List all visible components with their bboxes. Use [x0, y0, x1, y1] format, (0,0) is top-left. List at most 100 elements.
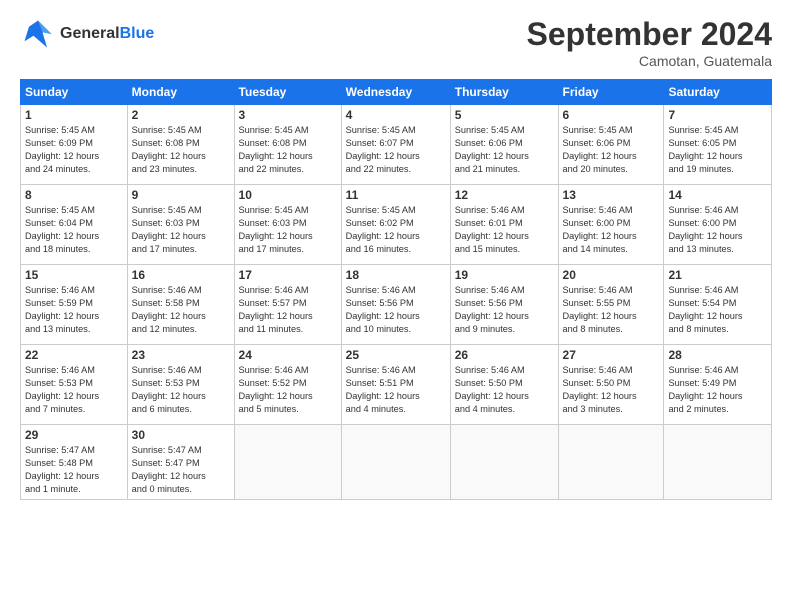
- day-info: Sunrise: 5:45 AM Sunset: 6:04 PM Dayligh…: [25, 204, 123, 256]
- col-friday: Friday: [558, 80, 664, 105]
- day-info: Sunrise: 5:45 AM Sunset: 6:02 PM Dayligh…: [346, 204, 446, 256]
- calendar-cell: [558, 425, 664, 500]
- calendar-week-2: 8 Sunrise: 5:45 AM Sunset: 6:04 PM Daylig…: [21, 185, 772, 265]
- day-info: Sunrise: 5:45 AM Sunset: 6:08 PM Dayligh…: [132, 124, 230, 176]
- day-info: Sunrise: 5:46 AM Sunset: 5:53 PM Dayligh…: [25, 364, 123, 416]
- calendar-cell: 28 Sunrise: 5:46 AM Sunset: 5:49 PM Dayli…: [664, 345, 772, 425]
- day-info: Sunrise: 5:46 AM Sunset: 5:54 PM Dayligh…: [668, 284, 767, 336]
- day-number: 7: [668, 108, 767, 122]
- day-number: 18: [346, 268, 446, 282]
- day-info: Sunrise: 5:45 AM Sunset: 6:06 PM Dayligh…: [563, 124, 660, 176]
- month-title: September 2024: [527, 16, 772, 53]
- calendar-header: Sunday Monday Tuesday Wednesday Thursday…: [21, 80, 772, 105]
- calendar-cell: [450, 425, 558, 500]
- calendar-cell: [234, 425, 341, 500]
- day-number: 16: [132, 268, 230, 282]
- calendar-cell: 9 Sunrise: 5:45 AM Sunset: 6:03 PM Daylig…: [127, 185, 234, 265]
- header-row: Sunday Monday Tuesday Wednesday Thursday…: [21, 80, 772, 105]
- calendar-cell: 23 Sunrise: 5:46 AM Sunset: 5:53 PM Dayli…: [127, 345, 234, 425]
- day-info: Sunrise: 5:46 AM Sunset: 5:58 PM Dayligh…: [132, 284, 230, 336]
- day-number: 23: [132, 348, 230, 362]
- calendar-cell: 14 Sunrise: 5:46 AM Sunset: 6:00 PM Dayli…: [664, 185, 772, 265]
- logo-icon: [20, 16, 56, 52]
- day-number: 29: [25, 428, 123, 442]
- day-info: Sunrise: 5:45 AM Sunset: 6:03 PM Dayligh…: [132, 204, 230, 256]
- calendar-cell: 1Sunrise: 5:45 AM Sunset: 6:09 PM Daylig…: [21, 105, 128, 185]
- col-saturday: Saturday: [664, 80, 772, 105]
- day-number: 6: [563, 108, 660, 122]
- day-number: 2: [132, 108, 230, 122]
- day-number: 8: [25, 188, 123, 202]
- calendar-cell: 13 Sunrise: 5:46 AM Sunset: 6:00 PM Dayli…: [558, 185, 664, 265]
- calendar-cell: 10Sunrise: 5:45 AM Sunset: 6:03 PM Dayli…: [234, 185, 341, 265]
- logo-text: GeneralBlue: [60, 25, 154, 43]
- day-number: 3: [239, 108, 337, 122]
- calendar-cell: 25Sunrise: 5:46 AM Sunset: 5:51 PM Dayli…: [341, 345, 450, 425]
- day-info: Sunrise: 5:45 AM Sunset: 6:07 PM Dayligh…: [346, 124, 446, 176]
- day-number: 28: [668, 348, 767, 362]
- calendar-cell: 21 Sunrise: 5:46 AM Sunset: 5:54 PM Dayli…: [664, 265, 772, 345]
- day-info: Sunrise: 5:46 AM Sunset: 6:00 PM Dayligh…: [563, 204, 660, 256]
- calendar-cell: 8 Sunrise: 5:45 AM Sunset: 6:04 PM Daylig…: [21, 185, 128, 265]
- calendar-cell: 26 Sunrise: 5:46 AM Sunset: 5:50 PM Dayli…: [450, 345, 558, 425]
- calendar-cell: 17Sunrise: 5:46 AM Sunset: 5:57 PM Dayli…: [234, 265, 341, 345]
- header: GeneralBlue September 2024 Camotan, Guat…: [20, 16, 772, 69]
- day-info: Sunrise: 5:46 AM Sunset: 5:55 PM Dayligh…: [563, 284, 660, 336]
- day-number: 24: [239, 348, 337, 362]
- calendar-cell: 18Sunrise: 5:46 AM Sunset: 5:56 PM Dayli…: [341, 265, 450, 345]
- calendar-week-4: 22 Sunrise: 5:46 AM Sunset: 5:53 PM Dayli…: [21, 345, 772, 425]
- calendar-cell: 2 Sunrise: 5:45 AM Sunset: 6:08 PM Daylig…: [127, 105, 234, 185]
- day-info: Sunrise: 5:46 AM Sunset: 5:50 PM Dayligh…: [455, 364, 554, 416]
- day-info: Sunrise: 5:47 AM Sunset: 5:48 PM Dayligh…: [25, 444, 123, 496]
- day-number: 13: [563, 188, 660, 202]
- calendar-cell: 27 Sunrise: 5:46 AM Sunset: 5:50 PM Dayli…: [558, 345, 664, 425]
- calendar-cell: 3 Sunrise: 5:45 AM Sunset: 6:08 PM Daylig…: [234, 105, 341, 185]
- day-info: Sunrise: 5:46 AM Sunset: 6:01 PM Dayligh…: [455, 204, 554, 256]
- title-block: September 2024 Camotan, Guatemala: [527, 16, 772, 69]
- subtitle: Camotan, Guatemala: [527, 53, 772, 69]
- col-sunday: Sunday: [21, 80, 128, 105]
- col-monday: Monday: [127, 80, 234, 105]
- calendar-cell: 30Sunrise: 5:47 AM Sunset: 5:47 PM Dayli…: [127, 425, 234, 500]
- calendar-cell: 15 Sunrise: 5:46 AM Sunset: 5:59 PM Dayli…: [21, 265, 128, 345]
- calendar: Sunday Monday Tuesday Wednesday Thursday…: [20, 79, 772, 500]
- day-info: Sunrise: 5:46 AM Sunset: 5:56 PM Dayligh…: [455, 284, 554, 336]
- day-number: 9: [132, 188, 230, 202]
- day-info: Sunrise: 5:46 AM Sunset: 5:53 PM Dayligh…: [132, 364, 230, 416]
- day-number: 26: [455, 348, 554, 362]
- col-wednesday: Wednesday: [341, 80, 450, 105]
- col-tuesday: Tuesday: [234, 80, 341, 105]
- day-info: Sunrise: 5:46 AM Sunset: 6:00 PM Dayligh…: [668, 204, 767, 256]
- day-number: 27: [563, 348, 660, 362]
- calendar-cell: 19Sunrise: 5:46 AM Sunset: 5:56 PM Dayli…: [450, 265, 558, 345]
- day-info: Sunrise: 5:45 AM Sunset: 6:08 PM Dayligh…: [239, 124, 337, 176]
- calendar-cell: 7 Sunrise: 5:45 AM Sunset: 6:05 PM Daylig…: [664, 105, 772, 185]
- calendar-cell: 22 Sunrise: 5:46 AM Sunset: 5:53 PM Dayli…: [21, 345, 128, 425]
- day-info: Sunrise: 5:46 AM Sunset: 5:50 PM Dayligh…: [563, 364, 660, 416]
- calendar-cell: 12 Sunrise: 5:46 AM Sunset: 6:01 PM Dayli…: [450, 185, 558, 265]
- day-number: 15: [25, 268, 123, 282]
- day-info: Sunrise: 5:46 AM Sunset: 5:59 PM Dayligh…: [25, 284, 123, 336]
- page: GeneralBlue September 2024 Camotan, Guat…: [0, 0, 792, 612]
- calendar-cell: 24Sunrise: 5:46 AM Sunset: 5:52 PM Dayli…: [234, 345, 341, 425]
- day-number: 11: [346, 188, 446, 202]
- day-info: Sunrise: 5:45 AM Sunset: 6:03 PM Dayligh…: [239, 204, 337, 256]
- calendar-week-3: 15 Sunrise: 5:46 AM Sunset: 5:59 PM Dayli…: [21, 265, 772, 345]
- calendar-cell: 29 Sunrise: 5:47 AM Sunset: 5:48 PM Dayli…: [21, 425, 128, 500]
- day-info: Sunrise: 5:45 AM Sunset: 6:06 PM Dayligh…: [455, 124, 554, 176]
- day-number: 22: [25, 348, 123, 362]
- calendar-cell: [341, 425, 450, 500]
- day-info: Sunrise: 5:45 AM Sunset: 6:05 PM Dayligh…: [668, 124, 767, 176]
- day-number: 20: [563, 268, 660, 282]
- day-number: 21: [668, 268, 767, 282]
- calendar-cell: 6 Sunrise: 5:45 AM Sunset: 6:06 PM Daylig…: [558, 105, 664, 185]
- day-number: 12: [455, 188, 554, 202]
- day-info: Sunrise: 5:46 AM Sunset: 5:49 PM Dayligh…: [668, 364, 767, 416]
- calendar-week-1: 1Sunrise: 5:45 AM Sunset: 6:09 PM Daylig…: [21, 105, 772, 185]
- day-number: 1: [25, 108, 123, 122]
- day-number: 4: [346, 108, 446, 122]
- day-number: 14: [668, 188, 767, 202]
- calendar-body: 1Sunrise: 5:45 AM Sunset: 6:09 PM Daylig…: [21, 105, 772, 500]
- day-info: Sunrise: 5:46 AM Sunset: 5:57 PM Dayligh…: [239, 284, 337, 336]
- calendar-cell: 11 Sunrise: 5:45 AM Sunset: 6:02 PM Dayli…: [341, 185, 450, 265]
